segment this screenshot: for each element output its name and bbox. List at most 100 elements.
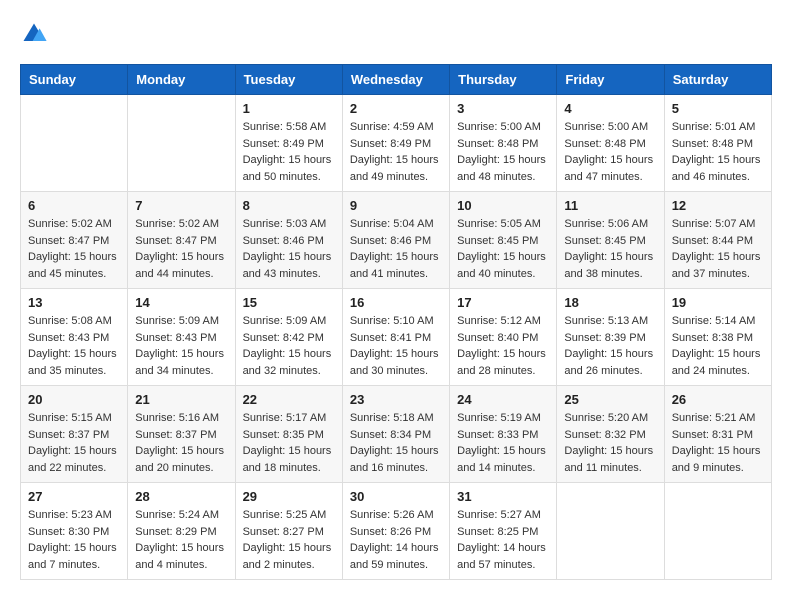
calendar-cell: 15 Sunrise: 5:09 AMSunset: 8:42 PMDayligh… xyxy=(235,289,342,386)
day-info: Sunrise: 5:03 AMSunset: 8:46 PMDaylight:… xyxy=(243,216,335,282)
day-info: Sunrise: 5:24 AMSunset: 8:29 PMDaylight:… xyxy=(135,507,227,573)
page-header xyxy=(20,20,772,48)
day-number: 3 xyxy=(457,101,549,116)
day-number: 2 xyxy=(350,101,442,116)
day-number: 1 xyxy=(243,101,335,116)
day-number: 9 xyxy=(350,198,442,213)
calendar-week-row: 13 Sunrise: 5:08 AMSunset: 8:43 PMDayligh… xyxy=(21,289,772,386)
day-number: 10 xyxy=(457,198,549,213)
day-info: Sunrise: 5:15 AMSunset: 8:37 PMDaylight:… xyxy=(28,410,120,476)
calendar-table: SundayMondayTuesdayWednesdayThursdayFrid… xyxy=(20,64,772,580)
calendar-cell xyxy=(557,483,664,580)
day-info: Sunrise: 5:19 AMSunset: 8:33 PMDaylight:… xyxy=(457,410,549,476)
day-number: 17 xyxy=(457,295,549,310)
day-number: 23 xyxy=(350,392,442,407)
day-info: Sunrise: 5:00 AMSunset: 8:48 PMDaylight:… xyxy=(457,119,549,185)
day-number: 19 xyxy=(672,295,764,310)
day-number: 28 xyxy=(135,489,227,504)
day-info: Sunrise: 5:10 AMSunset: 8:41 PMDaylight:… xyxy=(350,313,442,379)
calendar-cell: 20 Sunrise: 5:15 AMSunset: 8:37 PMDayligh… xyxy=(21,386,128,483)
weekday-header: Wednesday xyxy=(342,65,449,95)
calendar-cell: 6Sunrise: 5:02 AMSunset: 8:47 PMDaylight… xyxy=(21,192,128,289)
day-info: Sunrise: 5:26 AMSunset: 8:26 PMDaylight:… xyxy=(350,507,442,573)
calendar-cell: 31 Sunrise: 5:27 AMSunset: 8:25 PMDayligh… xyxy=(450,483,557,580)
day-number: 31 xyxy=(457,489,549,504)
calendar-cell xyxy=(664,483,771,580)
day-info: Sunrise: 5:07 AMSunset: 8:44 PMDaylight:… xyxy=(672,216,764,282)
day-number: 11 xyxy=(564,198,656,213)
weekday-header: Thursday xyxy=(450,65,557,95)
day-info: Sunrise: 5:09 AMSunset: 8:43 PMDaylight:… xyxy=(135,313,227,379)
day-number: 8 xyxy=(243,198,335,213)
calendar-cell: 18Sunrise: 5:13 AMSunset: 8:39 PMDayligh… xyxy=(557,289,664,386)
calendar-cell: 2 Sunrise: 4:59 AMSunset: 8:49 PMDaylight… xyxy=(342,95,449,192)
day-info: Sunrise: 5:16 AMSunset: 8:37 PMDaylight:… xyxy=(135,410,227,476)
day-number: 30 xyxy=(350,489,442,504)
calendar-week-row: 1Sunrise: 5:58 AMSunset: 8:49 PMDaylight… xyxy=(21,95,772,192)
calendar-cell: 30 Sunrise: 5:26 AMSunset: 8:26 PMDayligh… xyxy=(342,483,449,580)
calendar-cell xyxy=(128,95,235,192)
calendar-cell: 11Sunrise: 5:06 AMSunset: 8:45 PMDayligh… xyxy=(557,192,664,289)
calendar-cell: 10 Sunrise: 5:05 AMSunset: 8:45 PMDayligh… xyxy=(450,192,557,289)
calendar-cell: 22 Sunrise: 5:17 AMSunset: 8:35 PMDayligh… xyxy=(235,386,342,483)
day-number: 25 xyxy=(564,392,656,407)
day-info: Sunrise: 5:21 AMSunset: 8:31 PMDaylight:… xyxy=(672,410,764,476)
day-number: 13 xyxy=(28,295,120,310)
day-number: 6 xyxy=(28,198,120,213)
calendar-cell: 21 Sunrise: 5:16 AMSunset: 8:37 PMDayligh… xyxy=(128,386,235,483)
day-info: Sunrise: 5:23 AMSunset: 8:30 PMDaylight:… xyxy=(28,507,120,573)
weekday-header-row: SundayMondayTuesdayWednesdayThursdayFrid… xyxy=(21,65,772,95)
calendar-cell: 17 Sunrise: 5:12 AMSunset: 8:40 PMDayligh… xyxy=(450,289,557,386)
weekday-header: Monday xyxy=(128,65,235,95)
calendar-cell: 5Sunrise: 5:01 AMSunset: 8:48 PMDaylight… xyxy=(664,95,771,192)
day-info: Sunrise: 5:02 AMSunset: 8:47 PMDaylight:… xyxy=(135,216,227,282)
logo xyxy=(20,20,52,48)
calendar-cell: 29 Sunrise: 5:25 AMSunset: 8:27 PMDayligh… xyxy=(235,483,342,580)
day-number: 15 xyxy=(243,295,335,310)
day-info: Sunrise: 5:17 AMSunset: 8:35 PMDaylight:… xyxy=(243,410,335,476)
day-info: Sunrise: 4:59 AMSunset: 8:49 PMDaylight:… xyxy=(350,119,442,185)
day-info: Sunrise: 5:09 AMSunset: 8:42 PMDaylight:… xyxy=(243,313,335,379)
calendar-cell: 23 Sunrise: 5:18 AMSunset: 8:34 PMDayligh… xyxy=(342,386,449,483)
calendar-cell: 9 Sunrise: 5:04 AMSunset: 8:46 PMDaylight… xyxy=(342,192,449,289)
calendar-cell: 28 Sunrise: 5:24 AMSunset: 8:29 PMDayligh… xyxy=(128,483,235,580)
day-number: 22 xyxy=(243,392,335,407)
calendar-cell: 16 Sunrise: 5:10 AMSunset: 8:41 PMDayligh… xyxy=(342,289,449,386)
day-number: 16 xyxy=(350,295,442,310)
day-number: 7 xyxy=(135,198,227,213)
day-info: Sunrise: 5:04 AMSunset: 8:46 PMDaylight:… xyxy=(350,216,442,282)
calendar-cell: 25Sunrise: 5:20 AMSunset: 8:32 PMDayligh… xyxy=(557,386,664,483)
calendar-cell: 12 Sunrise: 5:07 AMSunset: 8:44 PMDayligh… xyxy=(664,192,771,289)
calendar-cell: 19 Sunrise: 5:14 AMSunset: 8:38 PMDayligh… xyxy=(664,289,771,386)
day-number: 12 xyxy=(672,198,764,213)
day-number: 5 xyxy=(672,101,764,116)
calendar-week-row: 20 Sunrise: 5:15 AMSunset: 8:37 PMDayligh… xyxy=(21,386,772,483)
day-info: Sunrise: 5:08 AMSunset: 8:43 PMDaylight:… xyxy=(28,313,120,379)
day-number: 14 xyxy=(135,295,227,310)
calendar-cell: 14 Sunrise: 5:09 AMSunset: 8:43 PMDayligh… xyxy=(128,289,235,386)
logo-icon xyxy=(20,20,48,48)
day-number: 4 xyxy=(564,101,656,116)
day-info: Sunrise: 5:27 AMSunset: 8:25 PMDaylight:… xyxy=(457,507,549,573)
day-info: Sunrise: 5:14 AMSunset: 8:38 PMDaylight:… xyxy=(672,313,764,379)
calendar-cell: 13 Sunrise: 5:08 AMSunset: 8:43 PMDayligh… xyxy=(21,289,128,386)
day-number: 26 xyxy=(672,392,764,407)
day-info: Sunrise: 5:05 AMSunset: 8:45 PMDaylight:… xyxy=(457,216,549,282)
day-info: Sunrise: 5:25 AMSunset: 8:27 PMDaylight:… xyxy=(243,507,335,573)
calendar-cell: 3 Sunrise: 5:00 AMSunset: 8:48 PMDaylight… xyxy=(450,95,557,192)
day-info: Sunrise: 5:18 AMSunset: 8:34 PMDaylight:… xyxy=(350,410,442,476)
day-number: 24 xyxy=(457,392,549,407)
weekday-header: Tuesday xyxy=(235,65,342,95)
calendar-cell: 26 Sunrise: 5:21 AMSunset: 8:31 PMDayligh… xyxy=(664,386,771,483)
calendar-cell: 8 Sunrise: 5:03 AMSunset: 8:46 PMDaylight… xyxy=(235,192,342,289)
calendar-week-row: 27 Sunrise: 5:23 AMSunset: 8:30 PMDayligh… xyxy=(21,483,772,580)
day-info: Sunrise: 5:13 AMSunset: 8:39 PMDaylight:… xyxy=(564,313,656,379)
calendar-cell: 1Sunrise: 5:58 AMSunset: 8:49 PMDaylight… xyxy=(235,95,342,192)
day-info: Sunrise: 5:12 AMSunset: 8:40 PMDaylight:… xyxy=(457,313,549,379)
day-number: 29 xyxy=(243,489,335,504)
calendar-week-row: 6 Sunrise: 5:02 AMSunset: 8:47 PMDaylight… xyxy=(21,192,772,289)
day-info: Sunrise: 5:00 AMSunset: 8:48 PMDaylight:… xyxy=(564,119,656,185)
day-number: 20 xyxy=(28,392,120,407)
day-number: 21 xyxy=(135,392,227,407)
day-number: 27 xyxy=(28,489,120,504)
